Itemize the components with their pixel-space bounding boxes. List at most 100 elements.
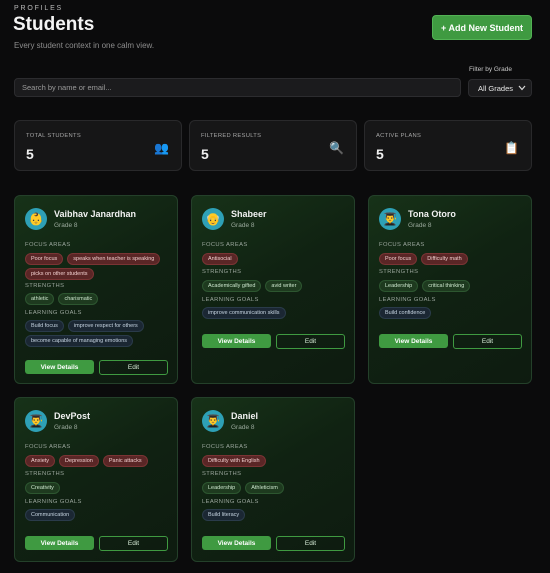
- strength-tag: avid writer: [265, 280, 303, 292]
- learning-goals-heading: LEARNING GOALS: [25, 499, 82, 505]
- learning-goals-heading: LEARNING GOALS: [202, 297, 259, 303]
- search-input[interactable]: Search by name or email...: [14, 78, 461, 97]
- goal-tag: Build literacy: [202, 509, 246, 521]
- grade-filter-value: All Grades: [478, 83, 514, 93]
- strength-tag: Creativity: [25, 482, 60, 494]
- strength-tag: critical thinking: [422, 280, 471, 292]
- student-card: 👨‍🎓 DevPost Grade 8 FOCUS AREAS Anxiety …: [14, 397, 178, 562]
- focus-areas-heading: FOCUS AREAS: [379, 242, 425, 248]
- learning-goals-heading: LEARNING GOALS: [202, 499, 259, 505]
- focus-tags: Anxiety Depression Panic attacks: [25, 455, 173, 467]
- goal-tag: Build focus: [25, 320, 64, 332]
- goal-tag: Build confidence: [379, 307, 432, 319]
- strengths-heading: STRENGTHS: [25, 471, 65, 477]
- clipboard-icon: 📋: [504, 141, 519, 155]
- goal-tags: improve communication skills: [202, 307, 350, 319]
- focus-tags: Poor focus speaks when teacher is speaki…: [25, 253, 173, 280]
- stat-label: TOTAL STUDENTS: [26, 133, 81, 139]
- student-grade: Grade 8: [231, 424, 255, 431]
- strengths-heading: STRENGTHS: [202, 471, 242, 477]
- strength-tag: Athleticism: [245, 482, 284, 494]
- strength-tag: Academically gifted: [202, 280, 262, 292]
- stat-value: 5: [201, 146, 209, 162]
- view-details-button[interactable]: View Details: [25, 360, 94, 374]
- edit-button[interactable]: Edit: [453, 334, 522, 349]
- strength-tags: athletic charismatic: [25, 293, 173, 305]
- stat-label: ACTIVE PLANS: [376, 133, 422, 139]
- student-grade: Grade 8: [54, 222, 78, 229]
- learning-goals-heading: LEARNING GOALS: [25, 310, 82, 316]
- student-avatar: 👶: [25, 208, 47, 230]
- student-name: Daniel: [231, 411, 259, 421]
- view-details-button[interactable]: View Details: [25, 536, 94, 550]
- strength-tags: Creativity: [25, 482, 173, 494]
- student-name: Tona Otoro: [408, 209, 456, 219]
- goal-tag: improve communication skills: [202, 307, 286, 319]
- edit-button[interactable]: Edit: [99, 536, 168, 551]
- page-subtitle: Every student context in one calm view.: [14, 41, 155, 50]
- people-icon: 👥: [154, 141, 169, 155]
- focus-areas-heading: FOCUS AREAS: [202, 242, 248, 248]
- grade-filter-select[interactable]: All Grades: [468, 79, 532, 97]
- view-details-button[interactable]: View Details: [202, 536, 271, 550]
- strength-tags: Academically gifted avid writer: [202, 280, 350, 292]
- strength-tag: Leadership: [202, 482, 242, 494]
- strengths-heading: STRENGTHS: [25, 283, 65, 289]
- view-details-button[interactable]: View Details: [202, 334, 271, 348]
- strength-tag: athletic: [25, 293, 55, 305]
- student-card: 👶 Vaibhav Janardhan Grade 8 FOCUS AREAS …: [14, 195, 178, 384]
- student-avatar: 👨‍🎓: [379, 208, 401, 230]
- stat-card-total: TOTAL STUDENTS 5 👥: [14, 120, 182, 171]
- student-card: 👨‍🎓 Daniel Grade 8 FOCUS AREAS Difficult…: [191, 397, 355, 562]
- student-grade: Grade 8: [54, 424, 78, 431]
- edit-button[interactable]: Edit: [276, 536, 345, 551]
- focus-tag: Depression: [59, 455, 99, 467]
- chevron-down-icon: [518, 85, 526, 91]
- goal-tag: Communication: [25, 509, 76, 521]
- student-name: Vaibhav Janardhan: [54, 209, 137, 219]
- focus-tag: picks on other students: [25, 268, 94, 280]
- strength-tag: charismatic: [58, 293, 99, 305]
- focus-tag: Anxiety: [25, 455, 56, 467]
- page-title: Students: [13, 14, 95, 35]
- edit-button[interactable]: Edit: [99, 360, 168, 375]
- page-eyebrow: PROFILES: [14, 5, 64, 12]
- stat-label: FILTERED RESULTS: [201, 133, 262, 139]
- focus-tags: Poor focus Difficulty math: [379, 253, 527, 265]
- focus-areas-heading: FOCUS AREAS: [25, 444, 71, 450]
- goal-tags: Build focus improve respect for others b…: [25, 320, 173, 347]
- stat-value: 5: [26, 146, 34, 162]
- strength-tag: Leadership: [379, 280, 419, 292]
- stat-value: 5: [376, 146, 384, 162]
- student-card: 👴 Shabeer Grade 8 FOCUS AREAS Antisocial…: [191, 195, 355, 384]
- search-placeholder: Search by name or email...: [22, 83, 112, 92]
- student-avatar: 👴: [202, 208, 224, 230]
- focus-tag: Poor focus: [25, 253, 64, 265]
- goal-tags: Communication: [25, 509, 173, 521]
- magnifier-icon: 🔍: [329, 141, 344, 155]
- learning-goals-heading: LEARNING GOALS: [379, 297, 436, 303]
- focus-tag: Difficulty math: [421, 253, 468, 265]
- student-grade: Grade 8: [231, 222, 255, 229]
- strengths-heading: STRENGTHS: [379, 269, 419, 275]
- focus-areas-heading: FOCUS AREAS: [202, 444, 248, 450]
- focus-tag: Difficulty with English: [202, 455, 266, 467]
- student-avatar: 👨‍🎓: [25, 410, 47, 432]
- focus-tags: Difficulty with English: [202, 455, 350, 467]
- stat-card-filtered: FILTERED RESULTS 5 🔍: [189, 120, 357, 171]
- filter-label: Filter by Grade: [469, 66, 512, 73]
- goal-tag: become capable of managing emotions: [25, 335, 134, 347]
- student-card: 👨‍🎓 Tona Otoro Grade 8 FOCUS AREAS Poor …: [368, 195, 532, 384]
- focus-tags: Antisocial: [202, 253, 350, 265]
- focus-tag: Antisocial: [202, 253, 238, 265]
- focus-areas-heading: FOCUS AREAS: [25, 242, 71, 248]
- add-student-button[interactable]: + Add New Student: [432, 15, 532, 40]
- focus-tag: Panic attacks: [102, 455, 148, 467]
- student-name: Shabeer: [231, 209, 267, 219]
- strength-tags: Leadership Athleticism: [202, 482, 350, 494]
- view-details-button[interactable]: View Details: [379, 334, 448, 348]
- edit-button[interactable]: Edit: [276, 334, 345, 349]
- focus-tag: speaks when teacher is speaking: [67, 253, 161, 265]
- stat-card-plans: ACTIVE PLANS 5 📋: [364, 120, 532, 171]
- student-avatar: 👨‍🎓: [202, 410, 224, 432]
